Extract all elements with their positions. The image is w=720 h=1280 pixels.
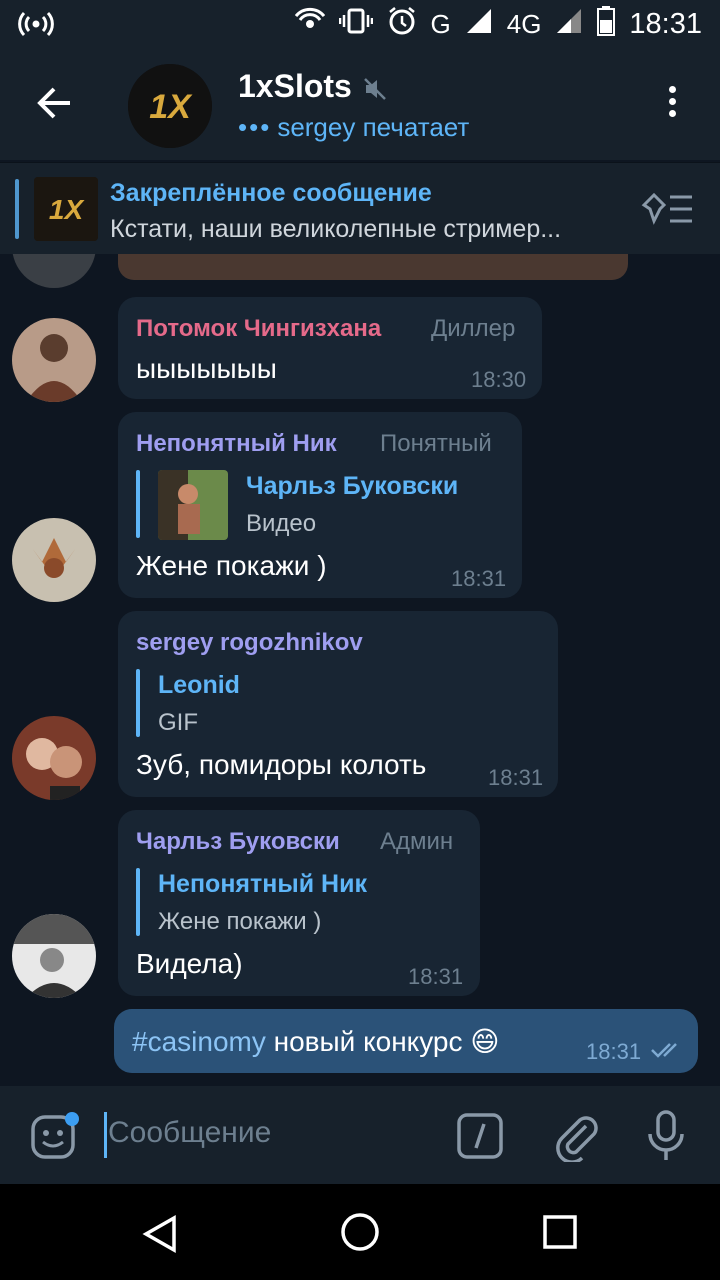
- smile-emoji: 😄: [470, 1026, 500, 1057]
- reply-indicator: [136, 868, 140, 936]
- vibrate-icon: [338, 7, 373, 42]
- signal-icon: [465, 7, 493, 42]
- message-bubble[interactable]: Чарльз Буковски Админ Непонятный Ник Жен…: [118, 810, 480, 996]
- reply-text: Видео: [246, 510, 317, 537]
- message-time: 18:30: [471, 367, 527, 392]
- pinned-title: Закреплённое сообщение: [110, 179, 432, 207]
- reply-text: Жене покажи ): [158, 908, 322, 935]
- message-bubble[interactable]: Потомок Чингизхана Диллер ыыыыыыы 18:30: [118, 297, 542, 399]
- muted-icon: [362, 76, 388, 102]
- more-menu-icon[interactable]: [660, 86, 684, 126]
- sender-role: Понятный: [380, 430, 492, 457]
- message-text: Видела): [136, 948, 243, 979]
- message-time: 18:31: [408, 964, 464, 989]
- previous-avatar-fragment: [12, 254, 96, 288]
- network-type-g: G: [430, 9, 451, 39]
- text-caret: [104, 1112, 107, 1158]
- reply-thumbnail: [158, 470, 228, 540]
- pinned-text: Кстати, наши великолепные стример...: [110, 215, 562, 243]
- nav-home-icon[interactable]: [340, 1212, 380, 1257]
- back-arrow-icon[interactable]: [30, 78, 80, 128]
- sender-role: Диллер: [431, 315, 516, 342]
- reply-sender: Непонятный Ник: [158, 870, 367, 898]
- sender-name[interactable]: Чарльз Буковски: [136, 828, 340, 856]
- channel-avatar[interactable]: 1X: [128, 64, 212, 148]
- avatar[interactable]: [12, 914, 96, 998]
- clock: 18:31: [629, 8, 702, 40]
- microphone-icon[interactable]: [646, 1110, 686, 1167]
- status-bar: G 4G 18:31: [0, 0, 720, 48]
- alarm-icon: [387, 6, 417, 43]
- svg-text:1X: 1X: [49, 194, 86, 225]
- wifi-calling-icon: [294, 7, 325, 42]
- reply-indicator: [136, 470, 140, 538]
- sender-name[interactable]: Потомок Чингизхана: [136, 315, 381, 343]
- battery-icon: [597, 6, 616, 43]
- message-list[interactable]: Потомок Чингизхана Диллер ыыыыыыы 18:30 …: [0, 254, 720, 1084]
- pinned-list-icon[interactable]: [640, 191, 696, 227]
- nav-back-icon[interactable]: [140, 1214, 180, 1259]
- bot-commands-icon[interactable]: [456, 1112, 504, 1165]
- avatar[interactable]: [12, 318, 96, 402]
- message-time: 18:31: [586, 1039, 642, 1064]
- message-input[interactable]: Сообщение: [108, 1116, 271, 1150]
- message-text: Жене покажи ): [136, 550, 327, 581]
- sticker-icon[interactable]: [30, 1112, 80, 1167]
- message-bubble[interactable]: Непонятный Ник Понятный Чарльз Буковски …: [118, 412, 522, 598]
- signal-icon-2: [555, 7, 583, 42]
- sender-name[interactable]: Непонятный Ник: [136, 430, 337, 458]
- message-time: 18:31: [488, 765, 544, 790]
- chat-title[interactable]: 1xSlots: [238, 68, 352, 105]
- hashtag-link[interactable]: #casinomy: [132, 1026, 266, 1057]
- network-type-4g: 4G: [506, 9, 542, 39]
- reply-indicator: [136, 669, 140, 737]
- message-time: 18:31: [451, 566, 507, 591]
- sender-role: Админ: [380, 828, 454, 855]
- system-navigation-bar: [0, 1184, 720, 1280]
- pinned-message[interactable]: 1X Закреплённое сообщение Кстати, наши в…: [0, 162, 720, 254]
- read-checkmarks-icon: [650, 1041, 684, 1064]
- previous-media-fragment: [118, 254, 628, 280]
- sender-name[interactable]: sergey rogozhnikov: [136, 629, 363, 657]
- avatar[interactable]: [12, 518, 96, 602]
- reply-sender: Чарльз Буковски: [246, 472, 459, 500]
- message-text: Зуб, помидоры колоть: [136, 749, 427, 780]
- svg-text:1X: 1X: [149, 88, 193, 126]
- reply-sender: Leonid: [158, 671, 240, 699]
- hotspot-icon: [18, 10, 54, 45]
- outgoing-message-bubble[interactable]: #casinomy новый конкурс 😄 18:31: [114, 1009, 698, 1073]
- typing-status: ••• sergey печатает: [238, 112, 470, 142]
- pinned-thumbnail: 1X: [34, 177, 98, 241]
- reply-text: GIF: [158, 709, 198, 736]
- message-bubble[interactable]: sergey rogozhnikov Leonid GIF Зуб, помид…: [118, 611, 558, 797]
- message-text: #casinomy новый конкурс 😄: [132, 1026, 500, 1057]
- chat-header: 1X 1xSlots ••• sergey печатает: [0, 48, 720, 160]
- attach-icon[interactable]: [552, 1110, 600, 1167]
- message-composer: Сообщение: [0, 1086, 720, 1184]
- pinned-indicator: [15, 179, 19, 239]
- avatar[interactable]: [12, 716, 96, 800]
- nav-recents-icon[interactable]: [542, 1214, 578, 1255]
- message-text: ыыыыыыы: [136, 353, 277, 384]
